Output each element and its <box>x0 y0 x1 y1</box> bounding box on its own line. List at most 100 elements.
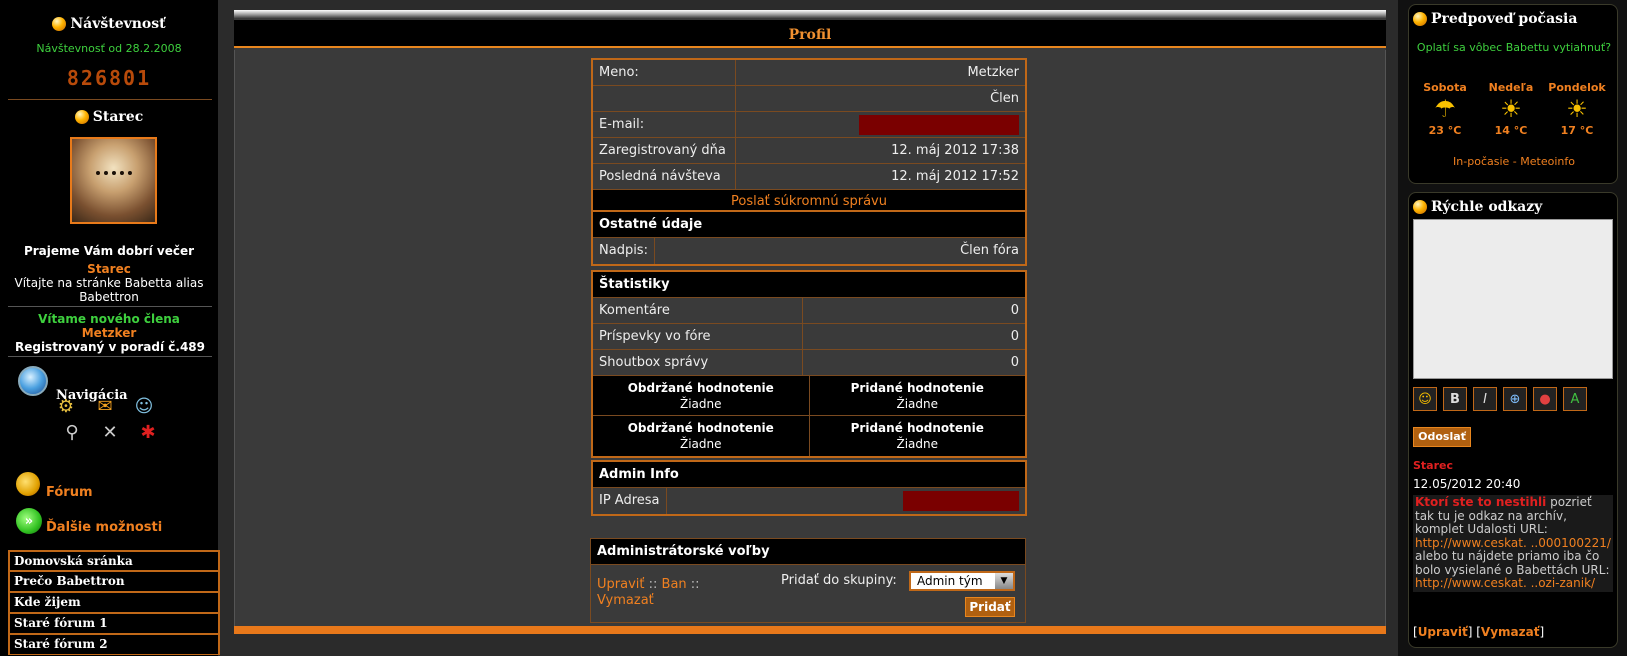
profile-row-role: Člen <box>593 86 1025 112</box>
given-rating: Pridané hodnotenie Žiadne <box>850 381 984 411</box>
profile-row-email: E-mail: <box>593 112 1025 138</box>
role-value: Člen <box>990 91 1019 106</box>
redacted-ip <box>903 490 1019 511</box>
weather-day: Sobota ☂ 23 °C <box>1415 81 1475 137</box>
color-icon[interactable]: ● <box>1533 387 1557 411</box>
more-options-link[interactable]: Ďalšie možnosti <box>46 520 162 535</box>
forum-posts-label: Príspevky vo fóre <box>593 324 803 349</box>
divider <box>8 306 212 307</box>
shoutbox-textarea[interactable] <box>1413 219 1613 379</box>
admin-row-ip: IP Adresa <box>593 488 1025 514</box>
visits-counter: 826801 <box>66 66 152 90</box>
menu-item-old-forum-2[interactable]: Staré fórum 2 <box>8 634 220 655</box>
shout-link[interactable]: http://www.ceskat. ..ozi-zanik/ <box>1415 576 1595 590</box>
stats-box: Štatistiky Komentáre 0 Príspevky vo fóre… <box>591 270 1027 458</box>
shoutbox-label: Shoutbox správy <box>593 350 803 375</box>
name-value: Metzker <box>967 65 1019 80</box>
visits-since: Návštevnosť od 28.2.2008 <box>36 42 182 55</box>
last-visit-value: 12. máj 2012 17:52 <box>891 169 1019 184</box>
font-icon[interactable]: A <box>1563 387 1587 411</box>
profile-box: Meno: Metzker Člen E-mail: Zaregistrovan… <box>591 58 1027 216</box>
users-settings-icon[interactable]: ⚙ <box>54 394 78 418</box>
shout-delete-link[interactable]: Vymazať <box>1481 625 1540 639</box>
comments-label: Komentáre <box>593 298 803 323</box>
shout-actions: [Upraviť] [Vymazať] <box>1413 625 1545 639</box>
link-icon[interactable]: ⊕ <box>1503 387 1527 411</box>
admin-options-head: Administrátorské voľby <box>591 539 1025 565</box>
title-label: Nadpis: <box>593 238 655 264</box>
welcome-text: Vítajte na stránke Babetta alias Babettr… <box>14 276 204 304</box>
orb-icon <box>52 17 67 31</box>
more-options-icon[interactable]: » <box>16 508 42 534</box>
page-title: Profil <box>234 20 1386 48</box>
shout-author[interactable]: Starec <box>1413 459 1453 472</box>
avatar[interactable] <box>70 137 157 224</box>
separator: :: <box>690 577 700 592</box>
redacted-email <box>859 114 1019 135</box>
admin-info-head: Admin Info <box>593 462 1025 488</box>
bottom-bar <box>234 626 1386 634</box>
menu-item-why-babettron[interactable]: Prečo Babettron <box>8 571 220 592</box>
registered-order: Registrovaný v poradí č.489 <box>8 340 212 357</box>
main-content: Profil Meno: Metzker Člen E-mail: Zaregi… <box>234 10 1386 634</box>
profile-row-name: Meno: Metzker <box>593 60 1025 86</box>
email-value <box>736 112 1025 137</box>
orb-icon <box>1413 200 1427 214</box>
registered-label: Zaregistrovaný dňa <box>593 138 736 163</box>
delete-link[interactable]: Vymazať <box>597 593 654 608</box>
ban-link[interactable]: Ban <box>662 577 687 592</box>
top-bar <box>234 10 1386 18</box>
shout-edit-link[interactable]: Upraviť <box>1418 625 1468 639</box>
last-visit-label: Posledná návšteva <box>593 164 736 189</box>
chevron-down-icon[interactable]: ▼ <box>995 573 1013 589</box>
new-member-label: Vítame nového člena <box>38 312 180 326</box>
received-rating: Obdržané hodnotenie Žiadne <box>593 376 810 415</box>
admin-options-box: Administrátorské voľby Upraviť :: Ban ::… <box>590 538 1026 623</box>
rating-row: Obdržané hodnotenie Žiadne Pridané hodnot… <box>593 416 1025 456</box>
search-icon[interactable]: ⚲ <box>60 420 84 444</box>
edit-link[interactable]: Upraviť <box>597 577 644 592</box>
weather-source-link[interactable]: In-počasie - Meteoinfo <box>1409 155 1619 168</box>
weather-day: Nedeľa ☀ 14 °C <box>1481 81 1541 137</box>
user-panel-title: Starec <box>0 109 218 125</box>
other-row-title: Nadpis: Člen fóra <box>593 238 1025 264</box>
menu-item-home[interactable]: Domovská sránka <box>8 550 220 571</box>
quick-links-title: Rýchle odkazy <box>1409 193 1617 215</box>
stats-row-forum-posts: Príspevky vo fóre 0 <box>593 324 1025 350</box>
title-value: Člen fóra <box>960 243 1019 258</box>
ip-label: IP Adresa <box>593 488 667 514</box>
send-button[interactable]: Odoslať <box>1413 427 1471 447</box>
tools-icon[interactable]: ✕ <box>98 420 122 444</box>
admin-info-box: Admin Info IP Adresa <box>591 460 1027 516</box>
group-select[interactable]: Admin tým ▼ <box>909 571 1015 591</box>
new-member-name[interactable]: Metzker <box>0 326 218 340</box>
shoutbox-value: 0 <box>1010 355 1019 370</box>
weather-day: Pondelok ☀ 17 °C <box>1548 81 1606 137</box>
sun-rain-icon: ☂ <box>1434 95 1456 123</box>
given-rating: Pridané hodnotenie Žiadne <box>850 421 984 451</box>
sun-cloud-icon: ☀ <box>1500 95 1522 123</box>
menu-item-where-i-live[interactable]: Kde žijem <box>8 592 220 613</box>
forum-link[interactable]: Fórum <box>46 485 93 500</box>
name-label: Meno: <box>593 60 736 85</box>
bold-icon[interactable]: B <box>1443 387 1467 411</box>
shout-link[interactable]: http://www.ceskat. ..000100221/ <box>1415 536 1611 550</box>
add-to-group-button[interactable]: Pridať <box>965 597 1015 617</box>
greeting: Prajeme Vám dobrí večer <box>23 244 195 258</box>
sun-cloud-icon: ☀ <box>1566 95 1588 123</box>
other-data-box: Ostatné údaje Nadpis: Člen fóra <box>591 210 1027 266</box>
visits-panel-title: Návštevnosť <box>0 16 218 32</box>
forum-icon[interactable] <box>16 472 40 496</box>
greeting-name[interactable]: Starec <box>0 262 218 276</box>
shoutbox-toolbar: ☺ B I ⊕ ● A <box>1413 387 1587 411</box>
mail-icon[interactable]: ✉ <box>93 394 117 418</box>
logout-icon[interactable]: ✱ <box>136 420 160 444</box>
members-icon[interactable]: ☺ <box>132 394 156 418</box>
menu-item-old-forum-1[interactable]: Staré fórum 1 <box>8 613 220 634</box>
email-label: E-mail: <box>593 112 736 137</box>
italic-icon[interactable]: I <box>1473 387 1497 411</box>
side-menu: Domovská sránka Prečo Babettron Kde žije… <box>8 550 220 655</box>
stats-row-comments: Komentáre 0 <box>593 298 1025 324</box>
smiley-icon[interactable]: ☺ <box>1413 387 1437 411</box>
rating-row: Obdržané hodnotenie Žiadne Pridané hodnot… <box>593 376 1025 416</box>
